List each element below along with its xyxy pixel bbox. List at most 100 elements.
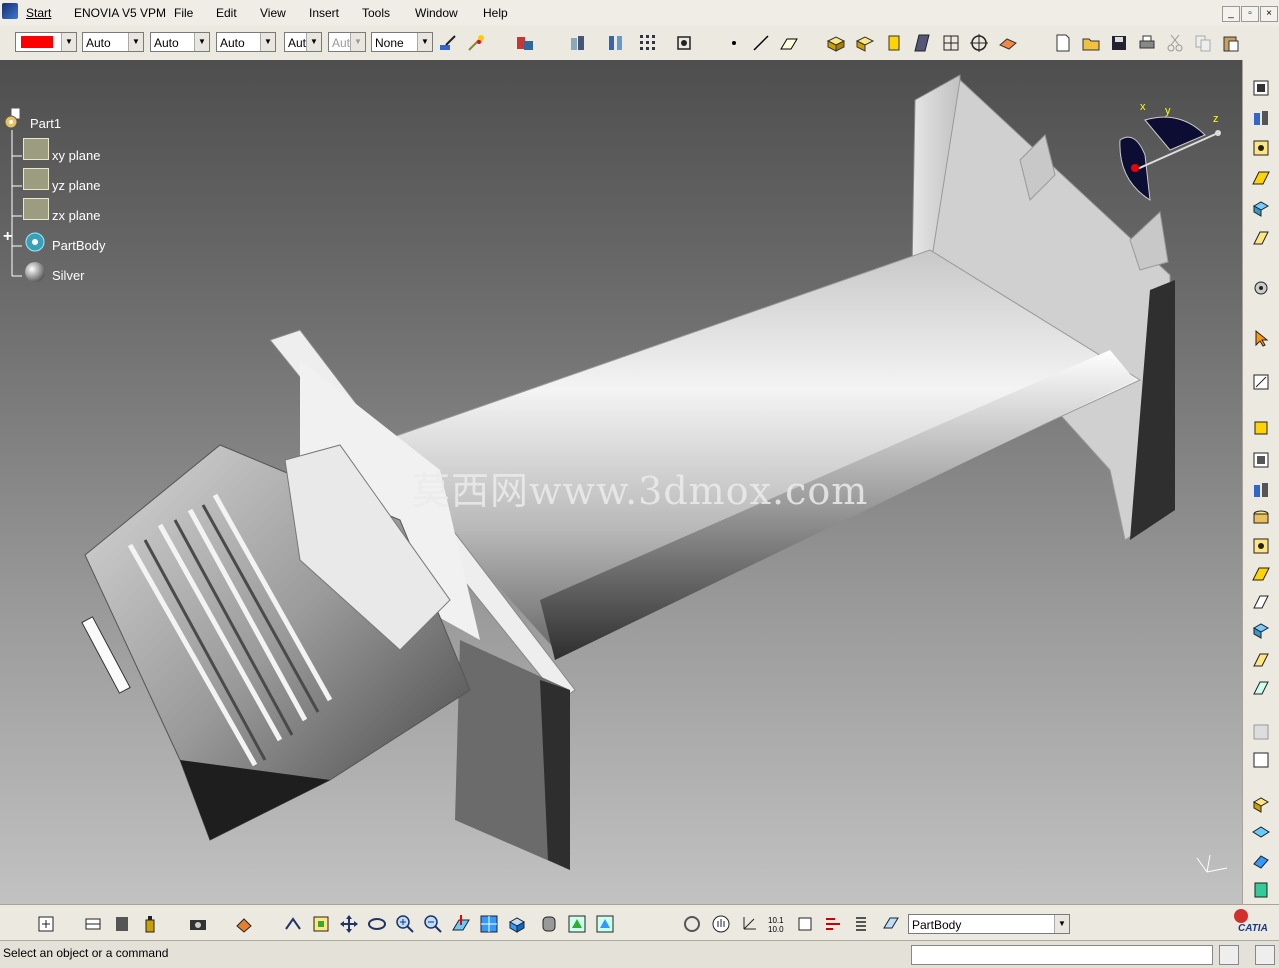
layer-name-dropdown[interactable]: None ▼ — [371, 32, 433, 52]
shaft-icon[interactable] — [884, 33, 904, 53]
multi-section-icon[interactable] — [941, 33, 961, 53]
rib-feature-icon[interactable] — [1251, 564, 1271, 584]
rotate-icon[interactable] — [367, 914, 387, 934]
grid-icon[interactable] — [638, 33, 658, 53]
sew-surface-icon[interactable] — [1251, 852, 1271, 872]
new-file-icon[interactable] — [1053, 33, 1073, 53]
cut-icon[interactable] — [1165, 33, 1185, 53]
fly-mode-icon[interactable] — [283, 914, 303, 934]
mirror-icon[interactable] — [1251, 750, 1271, 770]
boolean-icon[interactable] — [998, 33, 1018, 53]
scale-ratio-icon[interactable]: 10.110.0 — [767, 914, 787, 934]
pad-feature-icon[interactable] — [1251, 418, 1271, 438]
select-arrow-icon[interactable] — [1251, 328, 1271, 348]
shaft-feature-icon[interactable] — [1251, 480, 1271, 500]
close-button[interactable]: × — [1260, 6, 1278, 22]
part-gear-icon[interactable] — [3, 108, 25, 130]
compass-icon[interactable]: x y z — [1110, 100, 1230, 210]
slot-icon[interactable] — [1251, 592, 1271, 612]
transform-icon[interactable] — [1251, 722, 1271, 742]
constraint-icon[interactable] — [823, 914, 843, 934]
pad-icon[interactable] — [826, 33, 846, 53]
tree-node-yz-plane[interactable]: yz plane — [52, 178, 100, 193]
point-type-dropdown[interactable]: Aut ▼ — [284, 32, 322, 52]
normal-view-icon[interactable] — [451, 914, 471, 934]
swap-space-icon[interactable] — [595, 914, 615, 934]
rib-icon[interactable] — [913, 33, 933, 53]
sketcher-icon[interactable] — [1251, 372, 1271, 392]
point-icon[interactable] — [724, 33, 744, 53]
solid-combine-icon[interactable] — [1251, 198, 1271, 218]
paste-icon[interactable] — [1221, 33, 1241, 53]
restore-button[interactable]: ▫ — [1241, 6, 1259, 22]
tree-node-xy-plane[interactable]: xy plane — [52, 148, 100, 163]
tree-node-part1[interactable]: Part1 — [30, 116, 61, 131]
rib-icon[interactable] — [1251, 168, 1271, 188]
section-view-icon[interactable] — [795, 914, 815, 934]
menu-view[interactable]: View — [260, 6, 286, 20]
gear-icon[interactable] — [1251, 278, 1271, 298]
pocket-icon[interactable] — [855, 33, 875, 53]
tree-node-silver[interactable]: Silver — [52, 268, 85, 283]
external-view-icon[interactable] — [83, 914, 103, 934]
copy-icon[interactable] — [1193, 33, 1213, 53]
minimize-button[interactable]: _ — [1222, 6, 1240, 22]
loft-icon[interactable] — [1251, 650, 1271, 670]
line-type-dropdown[interactable]: Auto ▼ — [216, 32, 276, 52]
bottle-icon[interactable] — [140, 914, 160, 934]
measure-icon[interactable] — [969, 33, 989, 53]
painter-icon[interactable] — [438, 33, 458, 53]
surface-icon[interactable] — [1251, 822, 1271, 842]
pad-icon[interactable] — [1251, 108, 1271, 128]
remove-loft-icon[interactable] — [1251, 678, 1271, 698]
apply-material-icon[interactable] — [234, 914, 254, 934]
menu-tools[interactable]: Tools — [362, 6, 390, 20]
list-icon[interactable] — [851, 914, 871, 934]
print-icon[interactable] — [1137, 33, 1157, 53]
groove-icon[interactable] — [1251, 508, 1271, 528]
capture-camera-icon[interactable] — [188, 914, 208, 934]
pan-icon[interactable] — [339, 914, 359, 934]
color-dropdown[interactable]: ▼ — [15, 32, 77, 52]
menu-enovia[interactable]: ENOVIA V5 VPM — [74, 6, 166, 20]
menu-edit[interactable]: Edit — [216, 6, 237, 20]
tree-node-partbody[interactable]: PartBody — [52, 238, 105, 253]
menu-start[interactable]: Start — [26, 6, 51, 20]
open-folder-icon[interactable] — [1081, 33, 1101, 53]
magic-wand-icon[interactable] — [466, 33, 486, 53]
zoom-out-icon[interactable] — [423, 914, 443, 934]
expand-status-button[interactable] — [1219, 945, 1239, 965]
zoom-in-icon[interactable] — [395, 914, 415, 934]
part-design-workbench-icon[interactable] — [568, 33, 588, 53]
snap-icon[interactable] — [674, 33, 694, 53]
expand-toggle[interactable]: + — [3, 228, 12, 246]
isometric-view-icon[interactable] — [507, 914, 527, 934]
plane-tool-icon[interactable] — [779, 33, 799, 53]
pocket-feature-icon[interactable] — [1251, 450, 1271, 470]
refresh-icon[interactable] — [682, 914, 702, 934]
menu-insert[interactable]: Insert — [309, 6, 339, 20]
menu-help[interactable]: Help — [483, 6, 508, 20]
menu-window[interactable]: Window — [415, 6, 458, 20]
define-work-object-icon[interactable] — [881, 914, 901, 934]
catia-logo-icon[interactable] — [2, 3, 18, 19]
line-thickness-dropdown[interactable]: Auto ▼ — [150, 32, 210, 52]
menu-file[interactable]: File — [174, 6, 193, 20]
tree-expand-icon[interactable] — [606, 33, 626, 53]
catalog-browser-icon[interactable] — [515, 33, 535, 53]
hole-feature-icon[interactable] — [1251, 536, 1271, 556]
line-icon[interactable] — [751, 33, 771, 53]
axis-system-icon[interactable] — [739, 914, 759, 934]
hole-icon[interactable] — [1251, 138, 1271, 158]
current-body-dropdown[interactable]: PartBody ▼ — [908, 914, 1070, 934]
tree-node-zx-plane[interactable]: zx plane — [52, 208, 100, 223]
command-input[interactable] — [911, 945, 1213, 965]
multi-view-icon[interactable] — [479, 914, 499, 934]
transparency-dropdown[interactable]: Auto ▼ — [82, 32, 144, 52]
save-icon[interactable] — [1109, 33, 1129, 53]
draft-icon[interactable] — [1251, 228, 1271, 248]
hand-manipulate-icon[interactable] — [711, 914, 731, 934]
sketch-icon[interactable] — [1251, 78, 1271, 98]
thickness-icon[interactable] — [1251, 794, 1271, 814]
split-icon[interactable] — [1251, 880, 1271, 900]
